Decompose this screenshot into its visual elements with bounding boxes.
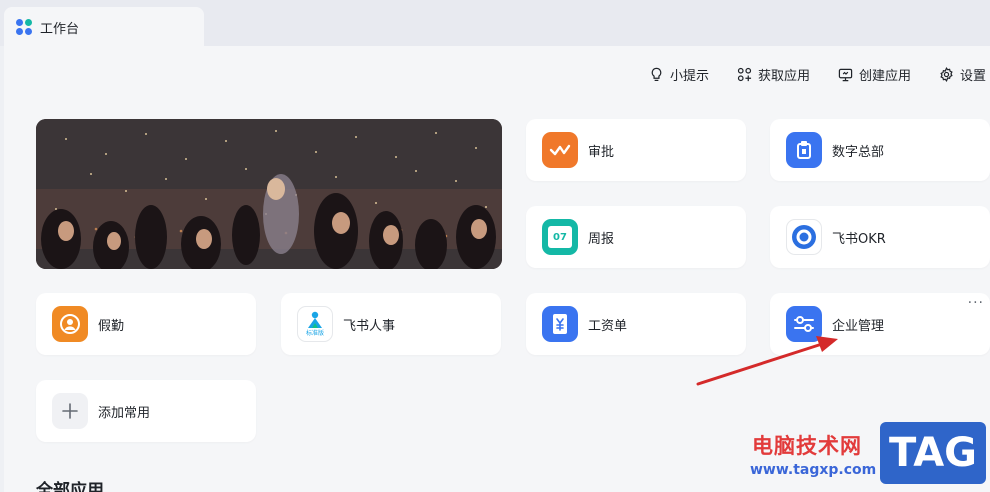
app-card-okr[interactable]: 飞书OKR (770, 206, 990, 268)
leave-icon (52, 306, 88, 342)
digital-hq-icon (786, 132, 822, 168)
weekly-label: 周报 (588, 231, 615, 247)
watermark-url: www.tagxp.com (750, 462, 877, 478)
weekly-icon-number: 07 (548, 226, 572, 248)
get-apps-label: 获取应用 (757, 69, 810, 84)
workbench-main: 小提示 获取应用 创建应用 设置 审批 数字总部 07 周报 飞书OKR 假勤 … (4, 46, 990, 492)
digital-hq-label: 数字总部 (832, 144, 885, 160)
watermark-site-name: 电脑技术网 (752, 434, 862, 458)
top-toolbar: 小提示 获取应用 创建应用 设置 (649, 65, 986, 84)
banner-artwork (36, 119, 502, 269)
leave-label: 假勤 (98, 318, 125, 334)
approval-icon (542, 132, 578, 168)
lightbulb-icon (651, 67, 662, 82)
app-card-payroll[interactable]: 工资单 (526, 293, 746, 355)
workbench-icon (16, 19, 32, 35)
settings-button[interactable]: 设置 (939, 65, 986, 84)
enterprise-label: 企业管理 (832, 318, 885, 334)
tab-bar: 工作台 (0, 0, 990, 47)
app-card-hr[interactable]: 标准版 飞书人事 (281, 293, 501, 355)
settings-label: 设置 (959, 69, 986, 84)
payroll-label: 工资单 (588, 318, 628, 334)
get-apps-button[interactable]: 获取应用 (737, 65, 810, 84)
app-card-leave[interactable]: 假勤 (36, 293, 256, 355)
plus-icon (52, 393, 88, 429)
more-options-icon[interactable]: ··· (968, 295, 984, 311)
hr-label: 飞书人事 (343, 318, 396, 334)
okr-target-icon (786, 219, 822, 255)
add-common-label: 添加常用 (98, 405, 151, 421)
app-card-digital-hq[interactable]: 数字总部 (770, 119, 990, 181)
enterprise-sliders-icon (786, 306, 822, 342)
okr-label: 飞书OKR (832, 231, 886, 247)
app-card-weekly[interactable]: 07 周报 (526, 206, 746, 268)
payroll-icon (542, 306, 578, 342)
apps-plus-icon (737, 67, 752, 82)
weekly-calendar-icon: 07 (542, 219, 578, 255)
banner-illustration[interactable] (36, 119, 502, 269)
all-apps-heading: 全部应用 (36, 481, 104, 492)
tips-button[interactable]: 小提示 (649, 65, 709, 84)
app-card-approval[interactable]: 审批 (526, 119, 746, 181)
create-app-button[interactable]: 创建应用 (838, 65, 911, 84)
hr-person-icon: 标准版 (297, 306, 333, 342)
monitor-icon (838, 68, 853, 82)
tab-title: 工作台 (40, 21, 80, 37)
tips-label: 小提示 (669, 69, 709, 84)
hr-badge: 标准版 (305, 330, 324, 337)
tab-workbench[interactable]: 工作台 (4, 7, 204, 47)
gear-icon (940, 67, 953, 82)
app-card-enterprise[interactable]: 企业管理 ··· (770, 293, 990, 355)
add-common-button[interactable]: 添加常用 (36, 380, 256, 442)
create-app-label: 创建应用 (858, 69, 911, 84)
watermark-logo: TAG (880, 422, 986, 484)
approval-label: 审批 (588, 144, 615, 160)
